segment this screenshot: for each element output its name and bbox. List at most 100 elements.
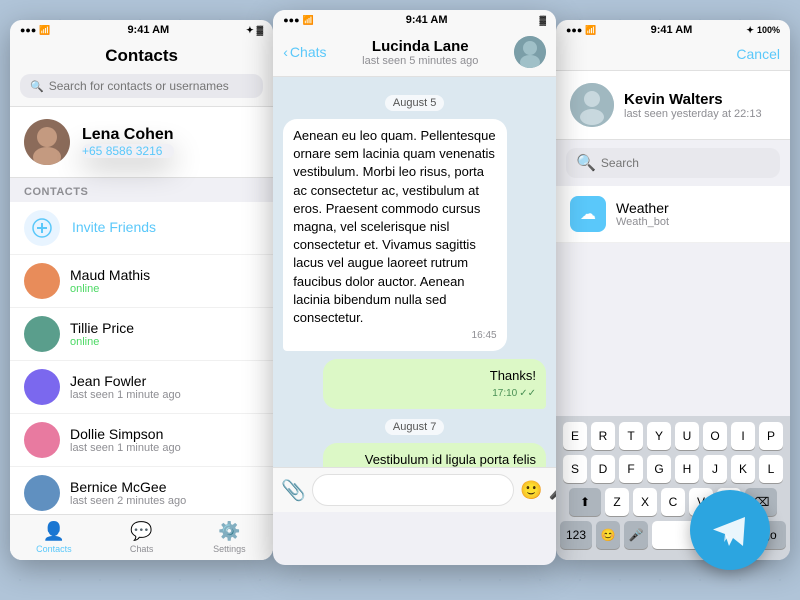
chat-header-info: Lucinda Lane last seen 5 minutes ago: [333, 38, 509, 67]
signal-right: ●●● 📶: [566, 25, 597, 36]
profile-name: Lena Cohen: [82, 126, 174, 144]
key-f[interactable]: F: [619, 455, 643, 483]
right-user-avatar: [570, 83, 614, 127]
message-text: Thanks!: [490, 368, 536, 383]
date-divider-2: August 7: [283, 417, 546, 435]
key-r[interactable]: R: [591, 422, 615, 450]
bot-icon: ☁: [570, 196, 606, 232]
key-l[interactable]: L: [759, 455, 783, 483]
search-input[interactable]: [49, 79, 254, 93]
key-d[interactable]: D: [591, 455, 615, 483]
read-receipt-icon: ✓✓: [519, 387, 536, 401]
time-right: 9:41 AM: [651, 24, 693, 36]
chat-input[interactable]: [312, 474, 514, 506]
wifi-mid: 📶: [303, 15, 314, 26]
time-left: 9:41 AM: [127, 24, 169, 36]
contact-item[interactable]: Maud Mathis online: [10, 255, 273, 308]
right-status-icons: ✦ ▓: [246, 25, 263, 36]
key-j[interactable]: J: [703, 455, 727, 483]
key-o[interactable]: O: [703, 422, 727, 450]
tab-settings[interactable]: ⚙️ Settings: [186, 515, 274, 560]
key-shift[interactable]: ⬆: [569, 488, 601, 516]
bluetooth-icon: ✦: [246, 25, 254, 36]
right-search-input[interactable]: [601, 156, 770, 170]
chat-name: Lucinda Lane: [333, 38, 509, 55]
chat-messages: August 5 Aenean eu leo quam. Pellentesqu…: [273, 77, 556, 467]
contact-item[interactable]: Bernice McGee last seen 2 minutes ago: [10, 467, 273, 520]
tab-contacts-label: Contacts: [36, 544, 72, 554]
key-s[interactable]: S: [563, 455, 587, 483]
back-button[interactable]: ‹ Chats: [283, 44, 326, 60]
signal-icon: ●●●: [20, 25, 36, 35]
mic-icon[interactable]: 🎤: [549, 480, 556, 501]
chat-status: last seen 5 minutes ago: [333, 55, 509, 67]
key-e[interactable]: E: [563, 422, 587, 450]
key-i[interactable]: I: [731, 422, 755, 450]
emoji-icon[interactable]: 🙂: [520, 480, 542, 501]
chat-header: ‹ Chats Lucinda Lane last seen 5 minutes…: [273, 30, 556, 77]
settings-tab-icon: ⚙️: [218, 521, 240, 542]
tab-chats[interactable]: 💬 Chats: [98, 515, 186, 560]
right-item-info: Weather Weath_bot: [616, 200, 669, 228]
key-mic-input[interactable]: 🎤: [624, 521, 648, 549]
search-bar[interactable]: 🔍: [20, 74, 263, 98]
right-user-profile[interactable]: Kevin Walters last seen yesterday at 22:…: [556, 71, 790, 140]
wifi-r: 📶: [585, 25, 596, 36]
profile-section[interactable]: Lena Cohen +65 8586 3216: [10, 107, 273, 178]
invite-label: Invite Friends: [72, 219, 156, 237]
chat-input-bar: 📎 🙂 🎤: [273, 467, 556, 512]
time-middle: 9:41 AM: [406, 14, 448, 26]
right-list-item[interactable]: ☁ Weather Weath_bot: [556, 186, 790, 243]
signal-icons-mid: ●●● 📶: [283, 15, 314, 26]
chats-tab-icon: 💬: [130, 521, 152, 542]
contact-avatar: [24, 263, 60, 299]
status-bar-right: ●●● 📶 9:41 AM ✦ 100%: [556, 20, 790, 40]
key-g[interactable]: G: [647, 455, 671, 483]
chat-panel: ●●● 📶 9:41 AM ▓ ‹ Chats Lucinda Lane las…: [273, 10, 556, 565]
key-num[interactable]: 123: [560, 521, 592, 549]
tab-settings-label: Settings: [213, 544, 246, 554]
key-x[interactable]: X: [633, 488, 657, 516]
key-u[interactable]: U: [675, 422, 699, 450]
wifi-icon: 📶: [39, 25, 50, 36]
search-icon: 🔍: [30, 80, 44, 93]
contact-info: Tillie Price online: [70, 320, 134, 348]
message-time: 17:10 ✓✓: [333, 387, 536, 401]
contacts-tab-icon: 👤: [43, 521, 65, 542]
cancel-button[interactable]: Cancel: [736, 46, 780, 62]
contact-item[interactable]: Dollie Simpson last seen 1 minute ago: [10, 414, 273, 467]
key-emoji-input[interactable]: 😊: [596, 521, 620, 549]
status-bar-left: ●●● 📶 9:41 AM ✦ ▓: [10, 20, 273, 40]
key-k[interactable]: K: [731, 455, 755, 483]
key-p[interactable]: P: [759, 422, 783, 450]
message-text: Aenean eu leo quam. Pellentesque ornare …: [293, 128, 495, 325]
keyboard-row-1: E R T Y U O I P: [560, 422, 786, 450]
tab-contacts[interactable]: 👤 Contacts: [10, 515, 98, 560]
contact-item[interactable]: Tillie Price online: [10, 308, 273, 361]
chat-avatar[interactable]: [514, 36, 546, 68]
item-sub: Weath_bot: [616, 216, 669, 228]
contact-info: Dollie Simpson last seen 1 minute ago: [70, 426, 181, 454]
contact-avatar: [24, 422, 60, 458]
key-c[interactable]: C: [661, 488, 685, 516]
key-z[interactable]: Z: [605, 488, 629, 516]
right-header: Cancel: [556, 40, 790, 71]
tab-chats-label: Chats: [130, 544, 154, 554]
contacts-panel: ●●● 📶 9:41 AM ✦ ▓ Contacts 🔍 Lena Cohen: [10, 20, 273, 560]
key-h[interactable]: H: [675, 455, 699, 483]
contact-avatar: [24, 475, 60, 511]
attach-icon[interactable]: 📎: [281, 478, 306, 503]
message-text: Vestibulum id ligula porta felis euismod…: [340, 452, 536, 467]
search-panel: ●●● 📶 9:41 AM ✦ 100% Cancel Kevin Walter…: [556, 20, 790, 560]
right-user-status: last seen yesterday at 22:13: [624, 108, 762, 120]
invite-icon: [24, 210, 60, 246]
contact-avatar: [24, 369, 60, 405]
message-sent-1: Thanks! 17:10 ✓✓: [323, 359, 546, 409]
key-t[interactable]: T: [619, 422, 643, 450]
back-label: Chats: [290, 44, 327, 60]
right-search-bar[interactable]: 🔍: [566, 148, 780, 178]
contact-item[interactable]: Jean Fowler last seen 1 minute ago: [10, 361, 273, 414]
keyboard-row-2: S D F G H J K L: [560, 455, 786, 483]
key-y[interactable]: Y: [647, 422, 671, 450]
invite-friends-item[interactable]: Invite Friends: [10, 202, 273, 255]
